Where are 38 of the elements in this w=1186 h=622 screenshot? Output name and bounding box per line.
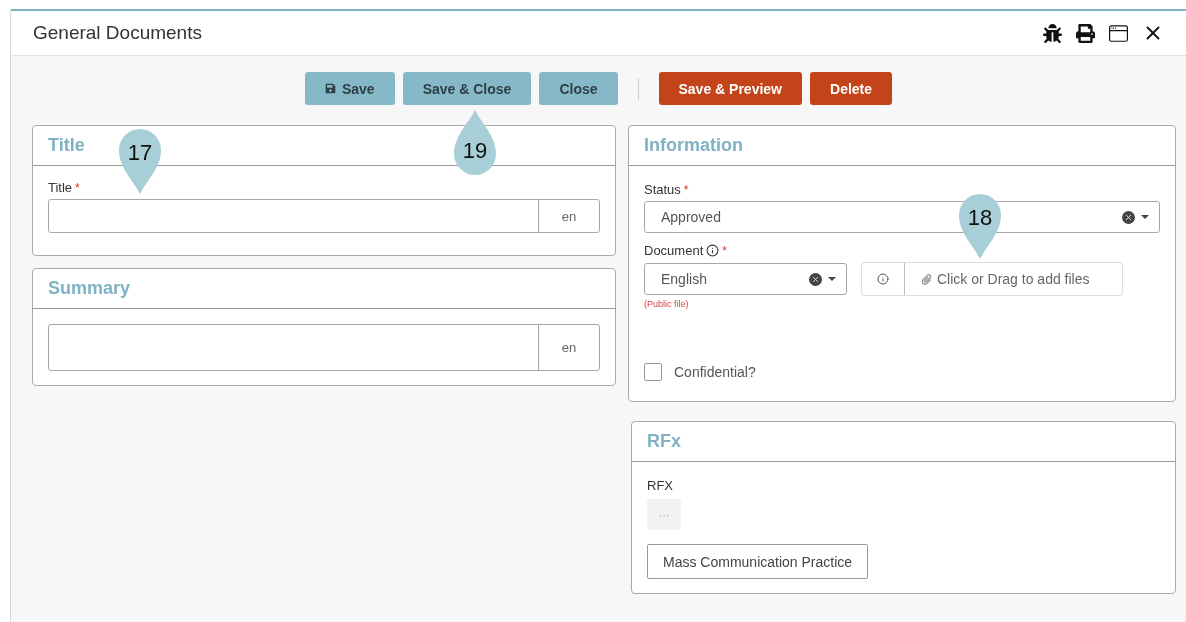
required-mark: * xyxy=(683,182,689,197)
clear-icon[interactable] xyxy=(1122,210,1135,224)
field-label: Document xyxy=(644,243,704,258)
toolbar-button[interactable]: Save & Close xyxy=(402,72,532,105)
confidential-checkbox[interactable] xyxy=(644,363,662,381)
maximize-icon[interactable] xyxy=(1109,23,1128,43)
checkbox-label: Confidential? xyxy=(674,364,756,380)
info-icon xyxy=(877,273,889,285)
toolbar-button[interactable]: Delete xyxy=(810,72,893,105)
toolbar-button[interactable]: Save & Preview xyxy=(658,72,802,105)
paperclip-icon xyxy=(921,273,932,285)
field-label: Status * xyxy=(644,182,690,197)
required-mark: * xyxy=(722,243,727,258)
language-select[interactable]: English xyxy=(644,263,847,295)
field-label: RFX xyxy=(647,478,674,493)
callout-marker: 19 xyxy=(454,110,496,176)
caret-icon xyxy=(1141,215,1149,219)
caret-icon xyxy=(828,277,836,281)
required-mark: * xyxy=(75,180,80,195)
section-heading: Information xyxy=(644,135,743,156)
rfx-item-button[interactable]: Mass Communication Practice xyxy=(647,544,869,579)
info-icon xyxy=(706,244,720,257)
callout-marker: 17 xyxy=(119,128,161,194)
clear-icon[interactable] xyxy=(809,272,822,286)
section-heading: Summary xyxy=(48,278,131,299)
section-heading: RFx xyxy=(647,431,681,452)
file-hint: (Public file) xyxy=(644,299,690,309)
callout-marker: 18 xyxy=(959,193,1001,259)
field-label: Title * xyxy=(48,180,81,195)
bug-icon[interactable] xyxy=(1043,23,1062,43)
toolbar-button[interactable]: Save xyxy=(304,72,395,105)
window-title: General Documents xyxy=(33,22,203,44)
toolbar-button[interactable]: Close xyxy=(539,72,618,105)
print-icon[interactable] xyxy=(1076,23,1095,43)
file-upload-field[interactable]: Click or Drag to add files xyxy=(861,262,1123,296)
summary-field[interactable]: en xyxy=(48,324,600,371)
section-heading: Title xyxy=(48,135,85,156)
title-field[interactable]: en xyxy=(48,199,600,233)
